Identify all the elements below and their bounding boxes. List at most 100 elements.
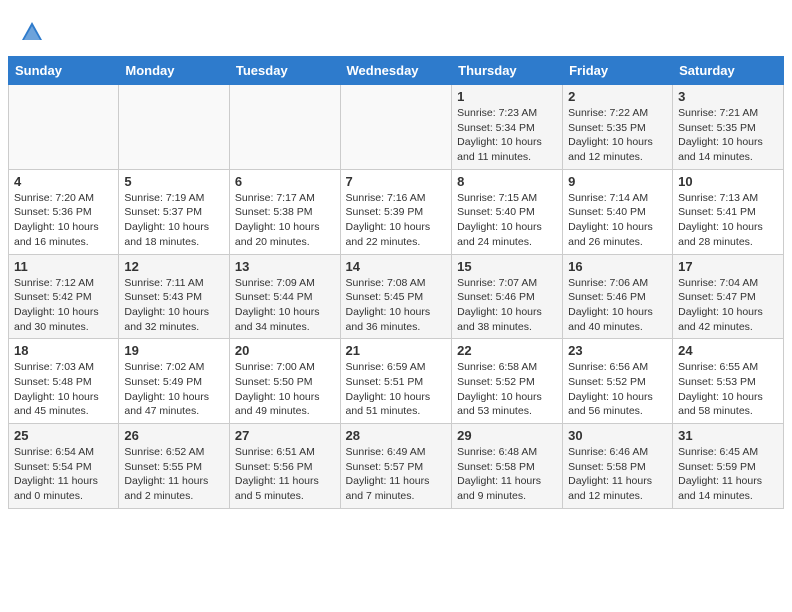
day-info: Sunrise: 6:55 AM Sunset: 5:53 PM Dayligh… (678, 360, 778, 419)
day-info: Sunrise: 6:58 AM Sunset: 5:52 PM Dayligh… (457, 360, 557, 419)
day-info: Sunrise: 7:13 AM Sunset: 5:41 PM Dayligh… (678, 191, 778, 250)
day-number: 25 (14, 428, 113, 443)
logo (18, 18, 50, 46)
day-info: Sunrise: 7:06 AM Sunset: 5:46 PM Dayligh… (568, 276, 667, 335)
day-info: Sunrise: 7:15 AM Sunset: 5:40 PM Dayligh… (457, 191, 557, 250)
day-number: 8 (457, 174, 557, 189)
week-row-2: 4Sunrise: 7:20 AM Sunset: 5:36 PM Daylig… (9, 169, 784, 254)
day-info: Sunrise: 6:51 AM Sunset: 5:56 PM Dayligh… (235, 445, 335, 504)
day-info: Sunrise: 7:22 AM Sunset: 5:35 PM Dayligh… (568, 106, 667, 165)
day-number: 26 (124, 428, 224, 443)
calendar-cell: 24 Sunrise: 6:55 AM Sunset: 5:53 PM Dayli… (673, 339, 784, 424)
calendar-cell: 17Sunrise: 7:04 AM Sunset: 5:47 PM Dayli… (673, 254, 784, 339)
day-number: 27 (235, 428, 335, 443)
day-number: 11 (14, 259, 113, 274)
day-number: 24 (678, 343, 778, 358)
day-info: Sunrise: 6:49 AM Sunset: 5:57 PM Dayligh… (346, 445, 447, 504)
day-number: 29 (457, 428, 557, 443)
day-number: 16 (568, 259, 667, 274)
calendar-cell: 6 Sunrise: 7:17 AM Sunset: 5:38 PM Daylig… (229, 169, 340, 254)
calendar-cell: 26 Sunrise: 6:52 AM Sunset: 5:55 PM Dayli… (119, 424, 230, 509)
day-header-thursday: Thursday (452, 57, 563, 85)
calendar-cell: 15Sunrise: 7:07 AM Sunset: 5:46 PM Dayli… (452, 254, 563, 339)
day-number: 20 (235, 343, 335, 358)
day-number: 28 (346, 428, 447, 443)
day-info: Sunrise: 6:46 AM Sunset: 5:58 PM Dayligh… (568, 445, 667, 504)
day-header-monday: Monday (119, 57, 230, 85)
calendar-cell: 30 Sunrise: 6:46 AM Sunset: 5:58 PM Dayli… (563, 424, 673, 509)
calendar-cell: 31 Sunrise: 6:45 AM Sunset: 5:59 PM Dayli… (673, 424, 784, 509)
calendar-cell: 22 Sunrise: 6:58 AM Sunset: 5:52 PM Dayli… (452, 339, 563, 424)
day-number: 22 (457, 343, 557, 358)
day-number: 31 (678, 428, 778, 443)
day-number: 12 (124, 259, 224, 274)
day-number: 6 (235, 174, 335, 189)
day-number: 23 (568, 343, 667, 358)
calendar-cell (9, 85, 119, 170)
day-info: Sunrise: 7:02 AM Sunset: 5:49 PM Dayligh… (124, 360, 224, 419)
calendar-cell: 8 Sunrise: 7:15 AM Sunset: 5:40 PM Daylig… (452, 169, 563, 254)
calendar-cell: 19 Sunrise: 7:02 AM Sunset: 5:49 PM Dayli… (119, 339, 230, 424)
logo-icon (18, 18, 46, 46)
day-number: 10 (678, 174, 778, 189)
day-number: 17 (678, 259, 778, 274)
day-info: Sunrise: 7:03 AM Sunset: 5:48 PM Dayligh… (14, 360, 113, 419)
day-header-sunday: Sunday (9, 57, 119, 85)
week-row-3: 11Sunrise: 7:12 AM Sunset: 5:42 PM Dayli… (9, 254, 784, 339)
day-info: Sunrise: 6:52 AM Sunset: 5:55 PM Dayligh… (124, 445, 224, 504)
calendar-cell: 29 Sunrise: 6:48 AM Sunset: 5:58 PM Dayli… (452, 424, 563, 509)
day-info: Sunrise: 7:09 AM Sunset: 5:44 PM Dayligh… (235, 276, 335, 335)
week-row-4: 18 Sunrise: 7:03 AM Sunset: 5:48 PM Dayli… (9, 339, 784, 424)
day-info: Sunrise: 7:21 AM Sunset: 5:35 PM Dayligh… (678, 106, 778, 165)
day-info: Sunrise: 6:45 AM Sunset: 5:59 PM Dayligh… (678, 445, 778, 504)
day-number: 21 (346, 343, 447, 358)
week-row-5: 25Sunrise: 6:54 AM Sunset: 5:54 PM Dayli… (9, 424, 784, 509)
calendar-cell: 9Sunrise: 7:14 AM Sunset: 5:40 PM Daylig… (563, 169, 673, 254)
calendar-body: 1Sunrise: 7:23 AM Sunset: 5:34 PM Daylig… (9, 85, 784, 509)
day-header-tuesday: Tuesday (229, 57, 340, 85)
day-number: 3 (678, 89, 778, 104)
calendar-wrapper: SundayMondayTuesdayWednesdayThursdayFrid… (0, 56, 792, 517)
calendar-cell: 20 Sunrise: 7:00 AM Sunset: 5:50 PM Dayli… (229, 339, 340, 424)
header-row: SundayMondayTuesdayWednesdayThursdayFrid… (9, 57, 784, 85)
day-info: Sunrise: 7:19 AM Sunset: 5:37 PM Dayligh… (124, 191, 224, 250)
day-info: Sunrise: 7:08 AM Sunset: 5:45 PM Dayligh… (346, 276, 447, 335)
day-info: Sunrise: 6:56 AM Sunset: 5:52 PM Dayligh… (568, 360, 667, 419)
calendar: SundayMondayTuesdayWednesdayThursdayFrid… (8, 56, 784, 509)
calendar-cell (119, 85, 230, 170)
day-info: Sunrise: 7:23 AM Sunset: 5:34 PM Dayligh… (457, 106, 557, 165)
day-info: Sunrise: 7:00 AM Sunset: 5:50 PM Dayligh… (235, 360, 335, 419)
day-info: Sunrise: 6:48 AM Sunset: 5:58 PM Dayligh… (457, 445, 557, 504)
calendar-cell: 16 Sunrise: 7:06 AM Sunset: 5:46 PM Dayli… (563, 254, 673, 339)
week-row-1: 1Sunrise: 7:23 AM Sunset: 5:34 PM Daylig… (9, 85, 784, 170)
day-number: 5 (124, 174, 224, 189)
day-info: Sunrise: 7:16 AM Sunset: 5:39 PM Dayligh… (346, 191, 447, 250)
calendar-cell: 21Sunrise: 6:59 AM Sunset: 5:51 PM Dayli… (340, 339, 452, 424)
calendar-cell: 12 Sunrise: 7:11 AM Sunset: 5:43 PM Dayli… (119, 254, 230, 339)
day-info: Sunrise: 7:17 AM Sunset: 5:38 PM Dayligh… (235, 191, 335, 250)
calendar-cell: 2 Sunrise: 7:22 AM Sunset: 5:35 PM Daylig… (563, 85, 673, 170)
day-header-friday: Friday (563, 57, 673, 85)
calendar-cell (229, 85, 340, 170)
calendar-cell: 11Sunrise: 7:12 AM Sunset: 5:42 PM Dayli… (9, 254, 119, 339)
day-number: 7 (346, 174, 447, 189)
day-number: 19 (124, 343, 224, 358)
day-number: 30 (568, 428, 667, 443)
day-number: 4 (14, 174, 113, 189)
day-number: 13 (235, 259, 335, 274)
day-header-saturday: Saturday (673, 57, 784, 85)
calendar-cell: 4Sunrise: 7:20 AM Sunset: 5:36 PM Daylig… (9, 169, 119, 254)
day-header-wednesday: Wednesday (340, 57, 452, 85)
day-info: Sunrise: 7:11 AM Sunset: 5:43 PM Dayligh… (124, 276, 224, 335)
calendar-cell: 10 Sunrise: 7:13 AM Sunset: 5:41 PM Dayli… (673, 169, 784, 254)
calendar-cell: 25Sunrise: 6:54 AM Sunset: 5:54 PM Dayli… (9, 424, 119, 509)
calendar-cell (340, 85, 452, 170)
calendar-cell: 18 Sunrise: 7:03 AM Sunset: 5:48 PM Dayli… (9, 339, 119, 424)
day-number: 18 (14, 343, 113, 358)
day-number: 2 (568, 89, 667, 104)
calendar-cell: 3 Sunrise: 7:21 AM Sunset: 5:35 PM Daylig… (673, 85, 784, 170)
calendar-cell: 28 Sunrise: 6:49 AM Sunset: 5:57 PM Dayli… (340, 424, 452, 509)
calendar-cell: 13 Sunrise: 7:09 AM Sunset: 5:44 PM Dayli… (229, 254, 340, 339)
calendar-cell: 14Sunrise: 7:08 AM Sunset: 5:45 PM Dayli… (340, 254, 452, 339)
day-info: Sunrise: 7:14 AM Sunset: 5:40 PM Dayligh… (568, 191, 667, 250)
